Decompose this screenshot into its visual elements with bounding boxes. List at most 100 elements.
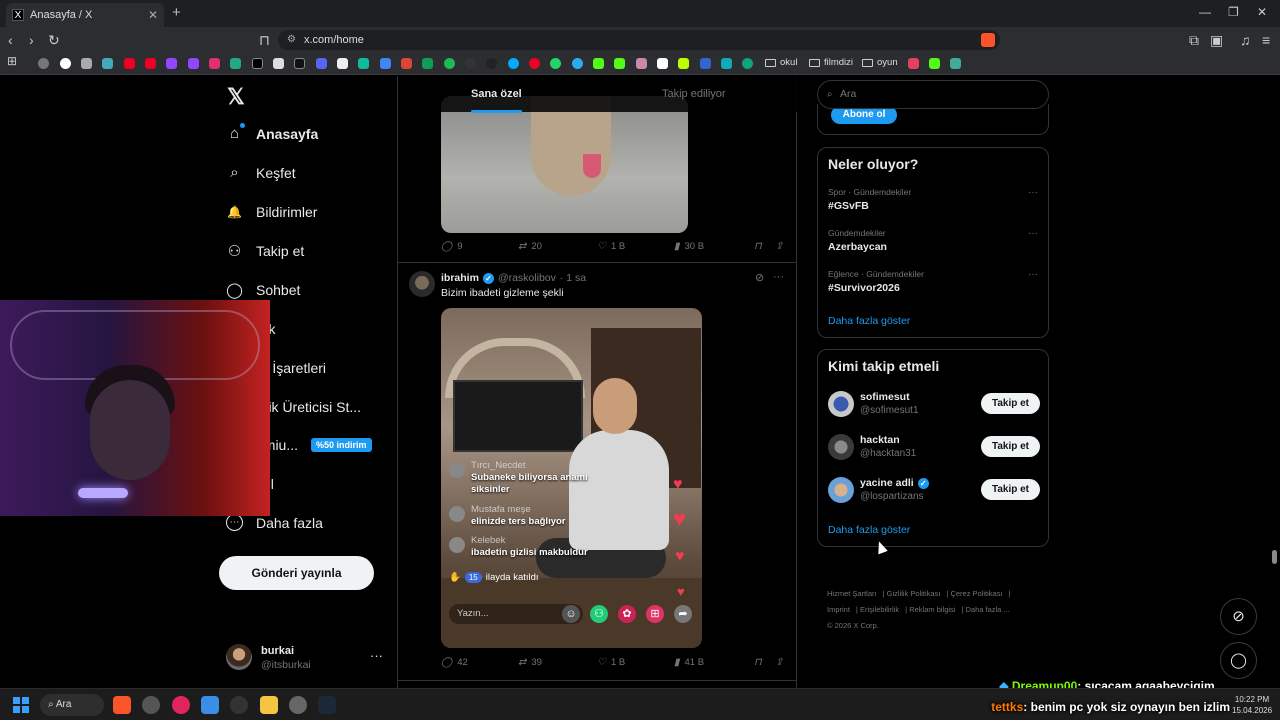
views-button[interactable]: ▮ 41 B: [674, 657, 704, 668]
rose-gift-icon[interactable]: ✿: [618, 605, 636, 623]
bookmark-google-icon[interactable]: [60, 58, 71, 69]
bookmark-icon-21[interactable]: [465, 58, 476, 69]
bookmark-folder-filmdizi[interactable]: filmdizi: [809, 57, 853, 68]
bookmark-icon-4[interactable]: [102, 58, 113, 69]
bookmark-post-button[interactable]: ⊓: [754, 241, 762, 252]
windows-start-icon[interactable]: [13, 697, 29, 713]
footer-link[interactable]: Çerez Politikası: [950, 589, 1002, 598]
bookmark-gmail-icon[interactable]: [401, 58, 412, 69]
bookmark-kick-icon-2[interactable]: [614, 58, 625, 69]
tab-for-you[interactable]: Sana özel: [471, 88, 522, 113]
bookmark-history-icon[interactable]: [38, 58, 49, 69]
follow-suggestion[interactable]: yacine adli ✓ @lospartizans Takip et: [828, 477, 1040, 507]
share-icon[interactable]: ➦: [674, 605, 692, 623]
footer-link[interactable]: Reklam bilgisi: [909, 605, 955, 614]
bookmark-icon-15[interactable]: [337, 58, 348, 69]
bookmark-icon-32[interactable]: [700, 58, 711, 69]
follow-button[interactable]: Takip et: [981, 393, 1040, 414]
bookmark-drive-icon[interactable]: [422, 58, 433, 69]
reload-icon[interactable]: ↻: [48, 32, 60, 49]
search-input[interactable]: ⌕ Ara: [817, 80, 1049, 109]
new-tab-button[interactable]: +: [172, 4, 181, 21]
bookmark-x-icon[interactable]: [252, 58, 263, 69]
share-post-button[interactable]: ⇪: [775, 657, 783, 668]
gift-icon[interactable]: ⊞: [646, 605, 664, 623]
address-bar[interactable]: ⚙ x.com/home: [278, 30, 1000, 50]
scrollbar-thumb[interactable]: [1272, 550, 1277, 564]
apps-grid-icon[interactable]: ⊞: [7, 54, 17, 68]
bookmark-youtube-icon-2[interactable]: [145, 58, 156, 69]
post-author[interactable]: ibrahim ✓ @raskolibov · 1 sa: [441, 272, 586, 284]
bookmark-folder-okul[interactable]: okul: [765, 57, 797, 68]
back-icon[interactable]: ‹: [8, 32, 13, 48]
bookmark-icon-17[interactable]: [380, 58, 391, 69]
more-icon[interactable]: ···: [1028, 228, 1038, 239]
bookmark-tiktok-icon[interactable]: [294, 58, 305, 69]
footer-link[interactable]: Hizmet Şartları: [827, 589, 877, 598]
account-switcher[interactable]: burkai @itsburkai ···: [226, 642, 386, 676]
trend-item[interactable]: Gündemdekiler Azerbaycan ···: [828, 228, 1038, 253]
bookmark-icon-31[interactable]: [678, 58, 689, 69]
taskbar-search[interactable]: ⌕ Ara: [40, 694, 104, 716]
more-icon[interactable]: ···: [1028, 187, 1038, 198]
repost-button[interactable]: ⇄ 20: [518, 241, 542, 252]
media-icon[interactable]: ♫: [1240, 32, 1251, 48]
who-to-follow-show-more-link[interactable]: Daha fazla göster: [828, 524, 910, 536]
bookmark-discord-icon[interactable]: [316, 58, 327, 69]
bookmark-folder-oyun[interactable]: oyun: [862, 57, 898, 68]
more-icon[interactable]: ···: [370, 648, 383, 663]
bookmark-spotify-icon[interactable]: [444, 58, 455, 69]
bookmark-icon-24[interactable]: [529, 58, 540, 69]
bookmark-icon-33[interactable]: [721, 58, 732, 69]
avatar[interactable]: [409, 271, 435, 297]
maximize-button[interactable]: ❐: [1228, 5, 1239, 19]
bookmark-instagram-icon[interactable]: [209, 58, 220, 69]
minimize-button[interactable]: —: [1199, 5, 1211, 19]
nav-notifications[interactable]: 🔔 Bildirimler: [226, 203, 317, 220]
browser-tab[interactable]: X Anasayfa / X ✕: [6, 3, 164, 27]
taskbar-app-icon[interactable]: [289, 696, 307, 714]
more-icon[interactable]: ···: [1028, 269, 1038, 280]
bookmark-kick-icon[interactable]: [593, 58, 604, 69]
views-button[interactable]: ▮ 30 B: [674, 241, 704, 252]
nav-chat[interactable]: ◯ Sohbet: [226, 281, 300, 299]
bookmark-whatsapp-icon[interactable]: [550, 58, 561, 69]
like-button[interactable]: ♡ 1 B: [597, 241, 625, 252]
bookmark-icon-3[interactable]: [81, 58, 92, 69]
nav-home[interactable]: ⌂ Anasayfa: [226, 123, 318, 142]
bookmark-icon-16[interactable]: [358, 58, 369, 69]
nav-more[interactable]: ⋯ Daha fazla: [226, 514, 323, 531]
taskbar-app-icon[interactable]: [142, 696, 160, 714]
bookmark-chatgpt-icon[interactable]: [742, 58, 753, 69]
share-post-button[interactable]: ⇪: [775, 241, 783, 252]
forward-icon[interactable]: ›: [29, 32, 34, 48]
post-image-dog[interactable]: [441, 96, 688, 233]
brave-taskbar-icon[interactable]: [113, 696, 131, 714]
emoji-icon[interactable]: ☺: [562, 605, 580, 623]
bookmark-youtube-icon[interactable]: [124, 58, 135, 69]
bookmark-icon-29[interactable]: [636, 58, 647, 69]
extensions-icon[interactable]: ⧉: [1189, 32, 1199, 49]
bookmark-kick-icon-3[interactable]: [929, 58, 940, 69]
footer-link[interactable]: Gizlilik Politikası: [887, 589, 941, 598]
nav-explore[interactable]: ⌕ Keşfet: [226, 164, 295, 181]
bookmark-post-button[interactable]: ⊓: [754, 657, 762, 668]
post-button[interactable]: Gönderi yayınla: [219, 556, 374, 590]
guests-icon[interactable]: ⚇: [590, 605, 608, 623]
steam-taskbar-icon[interactable]: [318, 696, 336, 714]
menu-icon[interactable]: ≡: [1262, 32, 1270, 48]
like-button[interactable]: ♡ 1 B: [597, 657, 625, 668]
messages-fab-icon[interactable]: ◯: [1220, 642, 1257, 679]
reply-button[interactable]: ◯ 42: [441, 657, 468, 668]
wallet-icon[interactable]: ▣: [1210, 32, 1223, 49]
more-icon[interactable]: ···: [773, 271, 784, 283]
follow-suggestion[interactable]: sofimesut @sofimesut1 Takip et: [828, 391, 1040, 421]
bookmark-icon-37[interactable]: [950, 58, 961, 69]
tab-close-icon[interactable]: ✕: [148, 8, 158, 22]
photos-taskbar-icon[interactable]: [201, 696, 219, 714]
trend-item[interactable]: Eğlence · Gündemdekiler #Survivor2026 ··…: [828, 269, 1038, 294]
taskbar-app-icon[interactable]: [172, 696, 190, 714]
page-scrollbar[interactable]: [1272, 76, 1277, 688]
brave-shields-icon[interactable]: [981, 33, 995, 47]
bookmark-icon-35[interactable]: [908, 58, 919, 69]
